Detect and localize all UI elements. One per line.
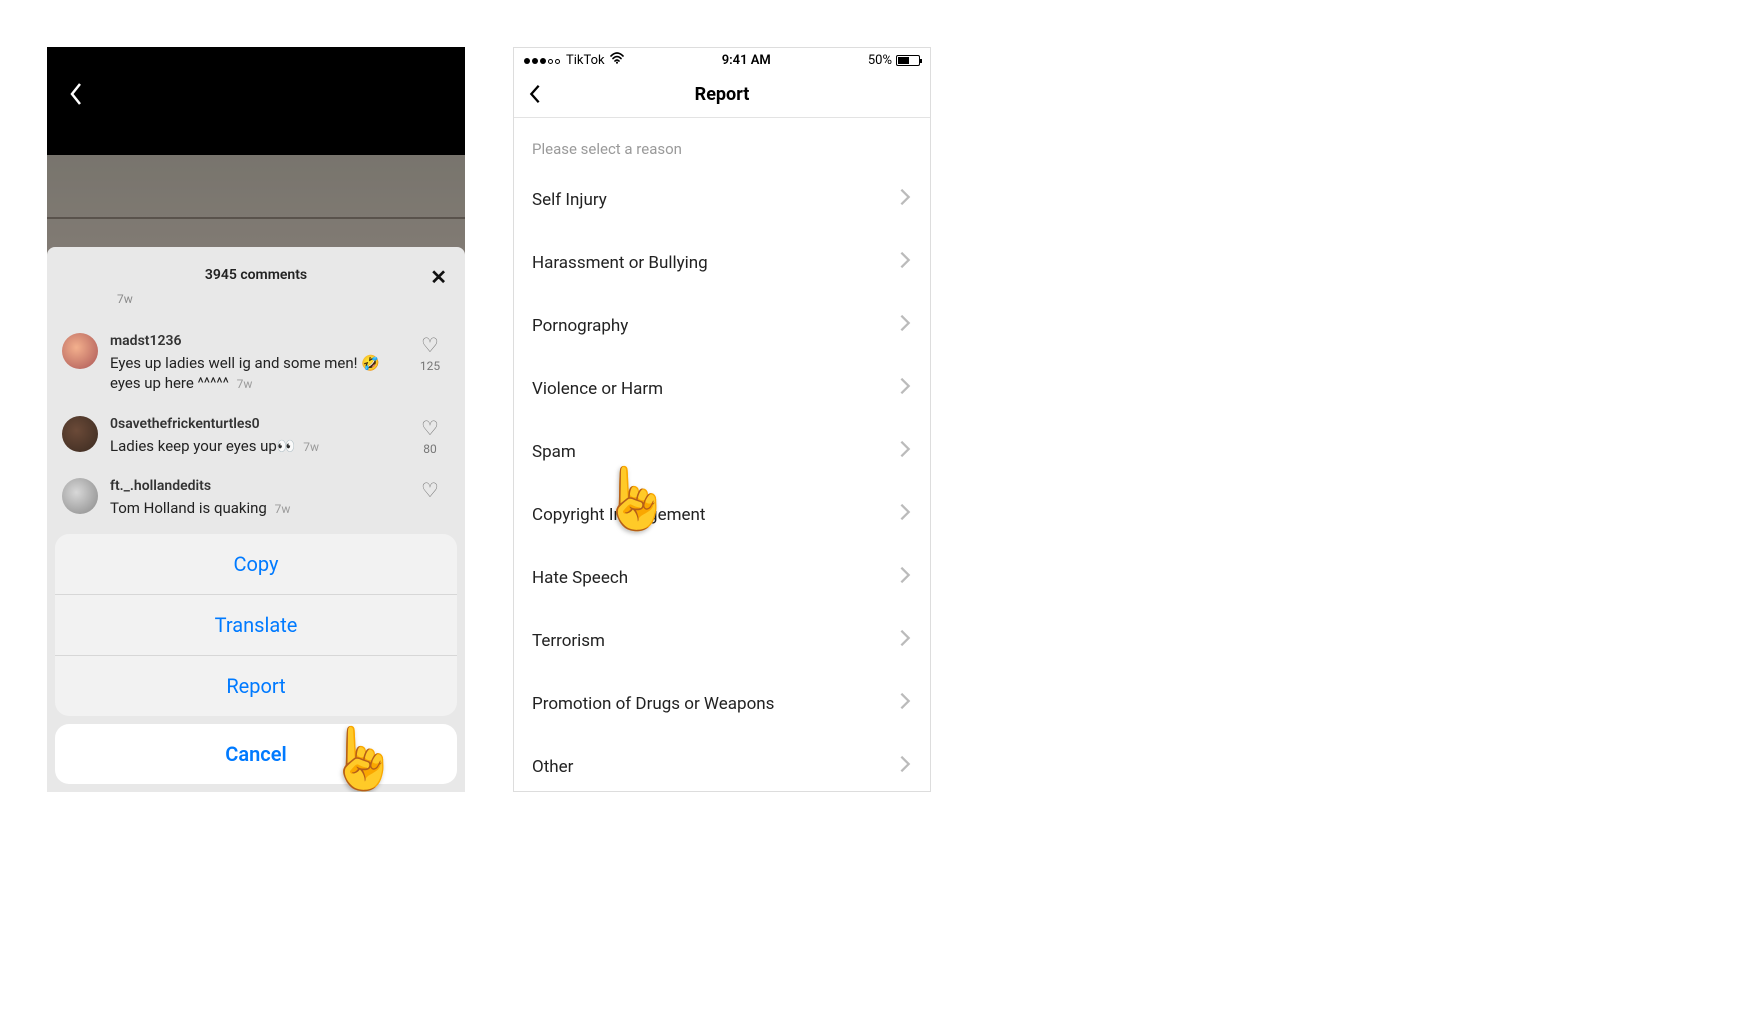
- report-reasons-list: Self Injury Harassment or Bullying Pornogr…: [514, 168, 930, 792]
- report-reason-label: Promotion of Drugs or Weapons: [532, 694, 774, 714]
- comment-row[interactable]: 0savethefrickenturtles0 Ladies keep your…: [47, 406, 465, 456]
- prev-comment-time: 7w: [117, 292, 133, 306]
- like-count: 80: [423, 442, 437, 456]
- action-cancel[interactable]: Cancel: [55, 724, 457, 784]
- report-reason-row[interactable]: Harassment or Bullying: [514, 231, 930, 294]
- comment-text: Eyes up ladies well ig and some men! 🤣 e…: [110, 353, 410, 394]
- status-time: 9:41 AM: [722, 53, 771, 68]
- comment-username[interactable]: ft._.hollandedits: [110, 478, 410, 494]
- comments-count: 3945 comments: [205, 267, 307, 283]
- comment-text: Ladies keep your eyes up👀 7w: [110, 436, 410, 456]
- action-translate[interactable]: Translate: [55, 594, 457, 655]
- chevron-right-icon: [898, 312, 912, 339]
- back-icon[interactable]: [69, 82, 83, 110]
- phone-left-tiktok-comments: 3945 comments ✕ 7w madst1236 Eyes up lad…: [47, 47, 465, 792]
- heart-icon: ♡: [421, 416, 439, 440]
- report-reason-label: Terrorism: [532, 631, 605, 651]
- report-reason-row[interactable]: Terrorism: [514, 609, 930, 672]
- page-title: Report: [695, 84, 750, 105]
- chevron-right-icon: [898, 375, 912, 402]
- action-report[interactable]: Report: [55, 655, 457, 716]
- report-reason-label: Pornography: [532, 316, 628, 336]
- action-copy[interactable]: Copy: [55, 534, 457, 594]
- chevron-right-icon: [898, 438, 912, 465]
- report-reason-label: Other: [532, 757, 573, 777]
- report-reason-label: Hate Speech: [532, 568, 628, 588]
- report-reason-label: Harassment or Bullying: [532, 253, 708, 273]
- comment-row[interactable]: madst1236 Eyes up ladies well ig and som…: [47, 323, 465, 394]
- video-top-bar: [47, 47, 465, 155]
- chevron-right-icon: [898, 249, 912, 276]
- nav-bar: Report: [514, 72, 930, 118]
- avatar[interactable]: [62, 416, 98, 452]
- action-sheet: Copy Translate Report Cancel: [55, 534, 457, 784]
- chevron-right-icon: [898, 501, 912, 528]
- comments-header: 3945 comments ✕: [47, 267, 465, 283]
- report-reason-row[interactable]: Promotion of Drugs or Weapons: [514, 672, 930, 735]
- like-button[interactable]: ♡ 80: [410, 416, 450, 456]
- report-reason-row[interactable]: Other: [514, 735, 930, 792]
- report-reason-row[interactable]: Copyright Infringement: [514, 483, 930, 546]
- report-reason-label: Violence or Harm: [532, 379, 663, 399]
- report-reason-label: Spam: [532, 442, 576, 462]
- report-reason-row[interactable]: Pornography: [514, 294, 930, 357]
- comment-time: 7w: [303, 440, 319, 454]
- chevron-right-icon: [898, 690, 912, 717]
- like-count: 125: [420, 359, 440, 373]
- chevron-right-icon: [898, 753, 912, 780]
- comment-row[interactable]: ft._.hollandedits Tom Holland is quaking…: [47, 468, 465, 518]
- report-reason-row[interactable]: Self Injury: [514, 168, 930, 231]
- comment-time: 7w: [237, 377, 253, 391]
- like-button[interactable]: ♡: [410, 478, 450, 502]
- report-reason-row[interactable]: Spam: [514, 420, 930, 483]
- like-button[interactable]: ♡ 125: [410, 333, 450, 373]
- chevron-right-icon: [898, 186, 912, 213]
- comment-time: 7w: [275, 502, 291, 516]
- back-icon[interactable]: [528, 83, 542, 109]
- comment-text: Tom Holland is quaking 7w: [110, 498, 410, 518]
- phone-right-report-reasons: TikTok 9:41 AM 50% Report Please select …: [513, 47, 931, 792]
- carrier-label: TikTok: [566, 53, 605, 68]
- heart-icon: ♡: [421, 478, 439, 502]
- heart-icon: ♡: [421, 333, 439, 357]
- report-reason-row[interactable]: Violence or Harm: [514, 357, 930, 420]
- avatar[interactable]: [62, 478, 98, 514]
- status-bar: TikTok 9:41 AM 50%: [514, 48, 930, 72]
- comment-username[interactable]: madst1236: [110, 333, 410, 349]
- signal-dots-icon: [524, 53, 562, 68]
- avatar[interactable]: [62, 333, 98, 369]
- chevron-right-icon: [898, 564, 912, 591]
- report-reason-label: Self Injury: [532, 190, 607, 210]
- battery-indicator: 50%: [868, 53, 920, 68]
- report-reason-row[interactable]: Hate Speech: [514, 546, 930, 609]
- close-icon[interactable]: ✕: [430, 265, 447, 289]
- report-reason-label: Copyright Infringement: [532, 505, 705, 525]
- comment-username[interactable]: 0savethefrickenturtles0: [110, 416, 410, 432]
- chevron-right-icon: [898, 627, 912, 654]
- wifi-icon: [609, 52, 625, 68]
- report-prompt: Please select a reason: [514, 118, 930, 168]
